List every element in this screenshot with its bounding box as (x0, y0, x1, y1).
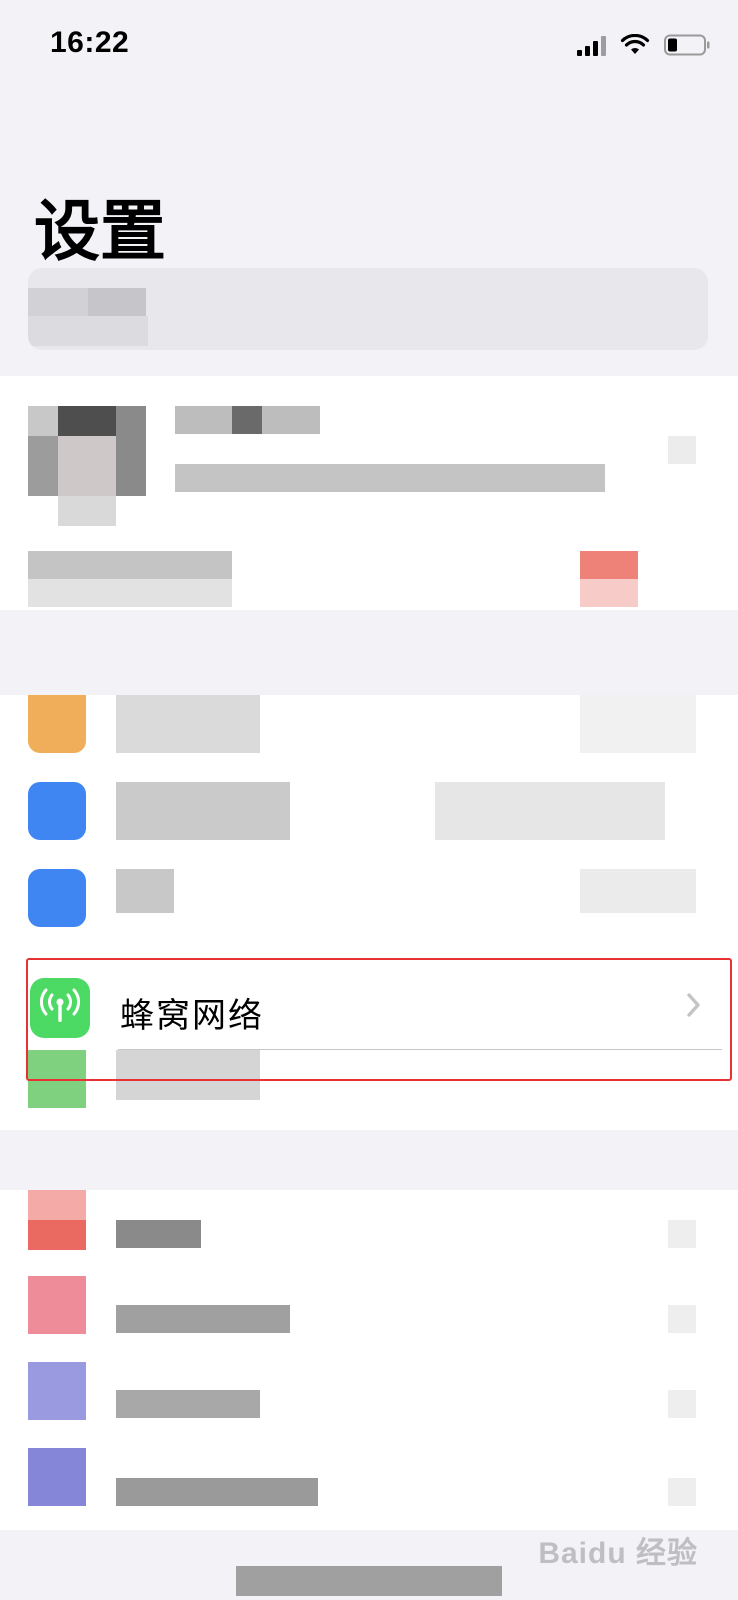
highlight-box (26, 958, 732, 1081)
battery-icon (664, 34, 710, 56)
account-section-blurred[interactable] (0, 376, 738, 610)
cellular-signal-icon (577, 34, 606, 56)
page-title: 设置 (34, 194, 166, 268)
status-bar: 16:22 (0, 0, 738, 90)
watermark: Baidu 经验 (538, 1537, 698, 1570)
status-icons (577, 30, 710, 60)
wifi-icon (620, 34, 650, 56)
settings-group-blurred[interactable] (0, 695, 738, 955)
search-field-blurred[interactable] (28, 268, 708, 350)
home-indicator[interactable] (236, 1566, 502, 1596)
status-time: 16:22 (50, 26, 130, 59)
settings-group-blurred-2[interactable] (0, 1190, 738, 1530)
